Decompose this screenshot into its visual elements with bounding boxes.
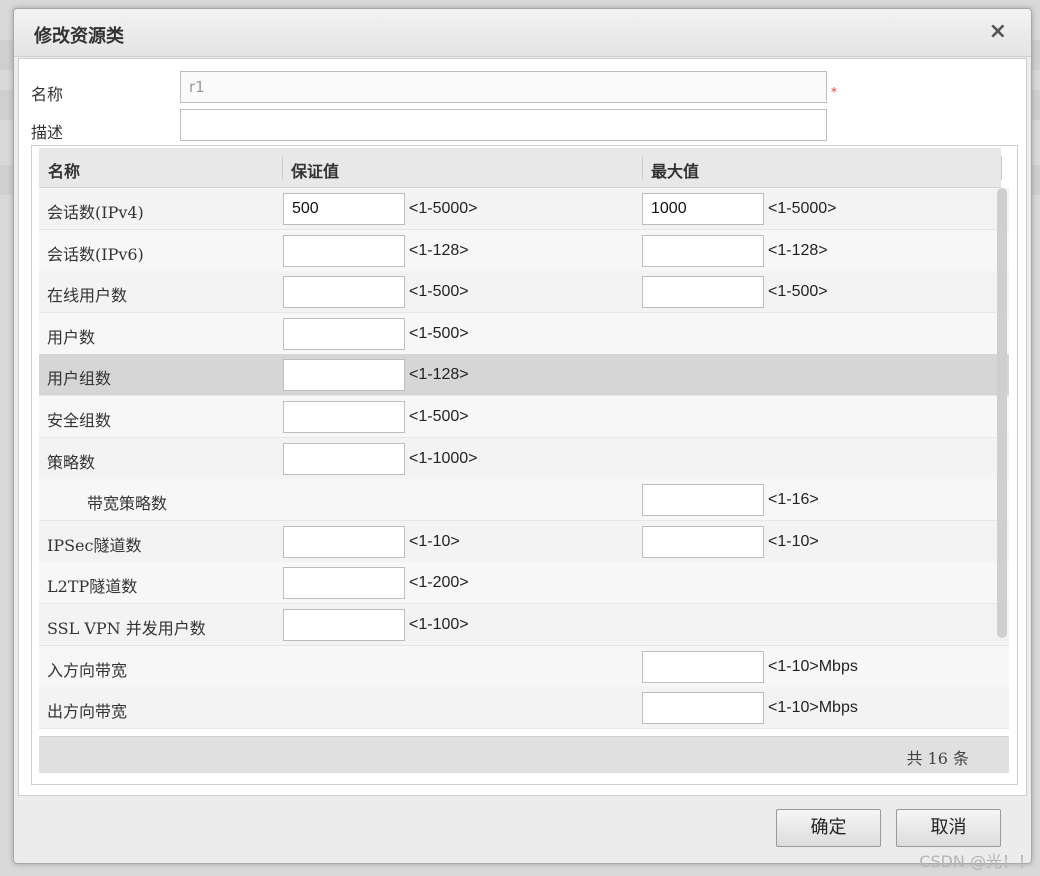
row-name: 策略数 [47,452,96,472]
table-row[interactable]: 策略数 <1-1000> [39,437,1009,480]
max-input[interactable] [642,692,764,725]
guarantee-input[interactable] [283,525,405,558]
guarantee-input[interactable] [283,359,405,392]
edit-resource-class-dialog: 修改资源类 × 名称 * 描述 名称 保证值 最大值 会话数(IPv4) <1-5… [13,8,1032,864]
row-name: L2TP隧道数 [47,577,138,597]
guarantee-input[interactable] [283,276,405,309]
column-separator [282,156,283,180]
table-row[interactable]: 安全组数 <1-500> [39,396,1009,438]
table-row[interactable]: 用户组数 <1-128> [39,354,1009,397]
column-header-max[interactable]: 最大值 [651,158,699,182]
max-range: <1-10> [768,532,819,550]
resource-grid: 名称 保证值 最大值 会话数(IPv4)<1-5000><1-5000>会话数(… [31,145,1018,785]
guarantee-range: <1-500> [409,324,469,342]
grid-scrollbar[interactable] [997,188,1007,638]
row-name: 用户组数 [47,369,112,389]
table-row[interactable]: L2TP隧道数 <1-200> [39,562,1009,605]
description-label: 描述 [31,123,64,142]
name-row: 名称 * [19,71,1026,105]
max-input[interactable] [642,525,764,558]
guarantee-range: <1-200> [409,574,469,592]
ok-button[interactable]: 确定 [776,809,881,847]
grid-header: 名称 保证值 最大值 [39,148,1002,188]
row-name: 会话数(IPv4) [47,203,144,222]
name-label: 名称 [31,85,64,104]
row-name: 带宽策略数 [87,494,168,514]
grid-body: 会话数(IPv4) <1-5000> <1-5000> 会话数(IPv6) <1-128… [39,188,1009,736]
name-field[interactable] [180,71,827,103]
dialog-body: 名称 * 描述 名称 保证值 最大值 会话数(IPv4) <1-5000> <1-5… [18,58,1027,796]
max-range: <1-128> [768,241,828,259]
column-separator [642,156,643,180]
dialog-title: 修改资源类 [34,26,124,47]
guarantee-input[interactable] [283,609,405,641]
guarantee-input[interactable] [283,401,405,433]
column-separator [1001,156,1002,180]
description-field[interactable] [180,109,827,141]
max-input[interactable] [642,276,764,309]
grid-footer: 共 16 条 [39,736,1009,773]
total-count: 共 16 条 [906,749,969,768]
max-range: <1-10>Mbps [768,657,858,675]
guarantee-range: <1-128> [409,241,469,259]
table-row[interactable]: 在线用户数 <1-500> <1-500> [39,271,1009,314]
guarantee-range: <1-128> [409,366,469,384]
required-mark: * [831,85,837,99]
max-input[interactable] [642,650,764,683]
column-header-guarantee[interactable]: 保证值 [291,158,339,182]
row-name: 用户数 [47,327,96,347]
row-name: SSL VPN 并发用户数 [47,619,206,638]
dialog-title-bar: 修改资源类 × [14,9,1031,57]
guarantee-range: <1-10> [409,532,460,550]
guarantee-range: <1-500> [409,283,469,301]
watermark: CSDN @光！！ [919,852,1034,871]
row-name: 在线用户数 [47,286,128,306]
table-row[interactable]: 带宽策略数 <1-16> [39,479,1009,522]
max-range: <1-16> [768,491,819,509]
max-input[interactable] [642,234,764,267]
max-range: <1-10>Mbps [768,699,858,717]
row-name: 出方向带宽 [47,702,128,722]
guarantee-range: <1-5000> [409,200,478,217]
table-row[interactable]: 入方向带宽 <1-10>Mbps [39,645,1009,688]
table-row[interactable]: 用户数 <1-500> [39,312,1009,355]
row-name: IPSec隧道数 [47,535,142,555]
guarantee-range: <1-1000> [409,449,478,467]
guarantee-input[interactable] [283,567,405,600]
guarantee-input[interactable] [283,234,405,267]
table-row[interactable]: SSL VPN 并发用户数 <1-100> [39,604,1009,646]
guarantee-input[interactable] [283,442,405,475]
cancel-button[interactable]: 取消 [896,809,1001,847]
guarantee-range: <1-500> [409,408,469,425]
max-input[interactable] [642,193,764,225]
description-row: 描述 [19,109,1026,143]
row-name: 安全组数 [47,411,112,430]
table-row[interactable]: 会话数(IPv4) <1-5000> <1-5000> [39,188,1009,230]
guarantee-range: <1-100> [409,616,469,633]
row-name: 入方向带宽 [47,660,128,680]
column-header-name[interactable]: 名称 [48,158,80,182]
close-icon[interactable]: × [989,19,1007,45]
max-range: <1-5000> [768,200,837,217]
table-row[interactable]: 会话数(IPv6) <1-128> <1-128> [39,229,1009,272]
guarantee-input[interactable] [283,193,405,225]
table-row[interactable]: 出方向带宽 <1-10>Mbps [39,687,1009,730]
table-row[interactable]: IPSec隧道数 <1-10> <1-10> [39,520,1009,563]
max-range: <1-500> [768,283,828,301]
guarantee-input[interactable] [283,317,405,350]
row-name: 会话数(IPv6) [47,244,144,264]
max-input[interactable] [642,484,764,517]
